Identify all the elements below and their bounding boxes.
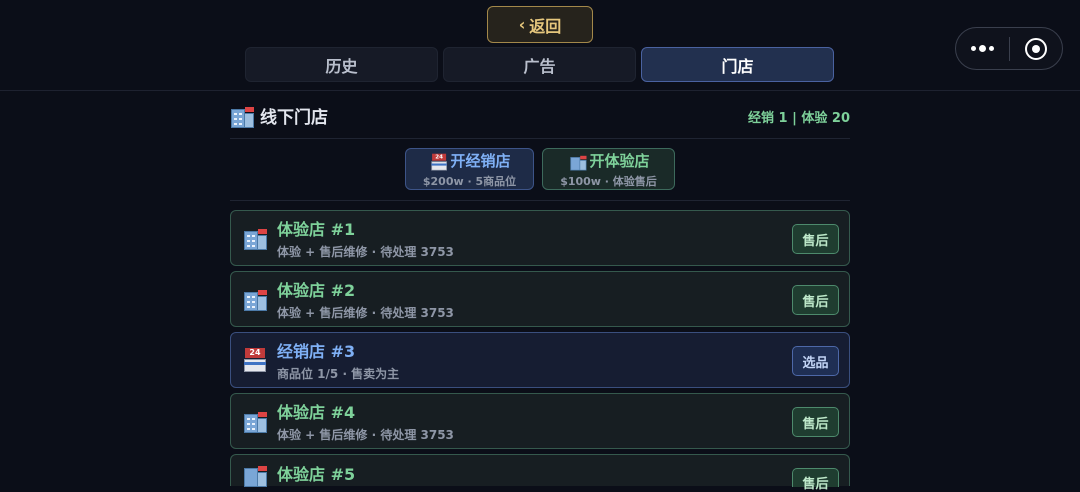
back-button[interactable]: ‹ 返回 <box>487 6 593 43</box>
section-title-text: 线下门店 <box>260 108 328 128</box>
after-sales-button[interactable]: 售后 <box>792 285 839 315</box>
close-miniprogram-button[interactable] <box>1010 28 1062 69</box>
store-building-icon <box>241 461 269 489</box>
tab-bar: 历史 广告 门店 <box>245 47 834 82</box>
header-divider <box>0 90 1080 91</box>
store-name: 体验店 #5 <box>277 465 356 484</box>
tab-history[interactable]: 历史 <box>245 47 438 82</box>
open-experience-label: 开体验店 <box>589 151 650 170</box>
after-sales-button[interactable]: 售后 <box>792 407 839 437</box>
target-icon <box>1024 37 1047 60</box>
store-building-icon <box>230 104 254 128</box>
chevron-left-icon: ‹ <box>518 15 526 34</box>
open-experience-store-button[interactable]: 开体验店 $100w · 体验售后 <box>542 148 675 190</box>
open-distributor-sub: $200w · 5商品位 <box>422 174 517 188</box>
list-item[interactable]: 体验店 #2 体验 + 售后维修 · 待处理 3753 售后 <box>230 271 850 327</box>
more-dots-icon-right <box>989 46 994 51</box>
after-sales-button[interactable]: 售后 <box>792 468 839 492</box>
more-dots-icon <box>971 46 976 51</box>
back-label: 返回 <box>529 16 562 36</box>
miniprogram-capsule <box>955 27 1063 70</box>
store-building-icon <box>241 285 269 313</box>
store-building-icon <box>241 407 269 435</box>
open-experience-sub: $100w · 体验售后 <box>560 174 657 188</box>
open-distributor-store-button[interactable]: 24 开经销店 $200w · 5商品位 <box>405 148 534 190</box>
after-sales-button[interactable]: 售后 <box>792 224 839 254</box>
divider <box>230 200 850 201</box>
store-desc: 体验 + 售后维修 · 待处理 3753 <box>277 245 454 259</box>
section-title: 线下门店 <box>230 103 328 128</box>
convenience-store-icon: 24 <box>431 153 448 171</box>
store-name: 经销店 #3 <box>277 342 356 361</box>
store-desc: 体验 + 售后维修 · 待处理 3753 <box>277 306 454 320</box>
convenience-store-icon: 24 <box>241 346 269 374</box>
open-distributor-label: 开经销店 <box>450 151 511 170</box>
store-building-icon <box>570 154 587 171</box>
store-building-icon <box>241 224 269 252</box>
store-desc: 商品位 1/5 · 售卖为主 <box>277 367 400 381</box>
list-item[interactable]: 24 经销店 #3 商品位 1/5 · 售卖为主 选品 <box>230 332 850 388</box>
list-item[interactable]: 体验店 #4 体验 + 售后维修 · 待处理 3753 售后 <box>230 393 850 449</box>
tab-stores[interactable]: 门店 <box>641 47 834 82</box>
store-name: 体验店 #2 <box>277 281 356 300</box>
store-counts: 经销 1 | 体验 20 <box>748 111 850 126</box>
tab-ads[interactable]: 广告 <box>443 47 636 82</box>
list-item[interactable]: 体验店 #1 体验 + 售后维修 · 待处理 3753 售后 <box>230 210 850 266</box>
store-desc: 体验 + 售后维修 · 待处理 3753 <box>277 428 454 442</box>
list-item[interactable]: 体验店 #5 售后 <box>230 454 850 492</box>
store-name: 体验店 #1 <box>277 220 356 239</box>
more-button[interactable] <box>956 28 1009 69</box>
more-dots-icon-center <box>979 45 986 52</box>
store-name: 体验店 #4 <box>277 403 356 422</box>
divider <box>230 138 850 139</box>
select-products-button[interactable]: 选品 <box>792 346 839 376</box>
